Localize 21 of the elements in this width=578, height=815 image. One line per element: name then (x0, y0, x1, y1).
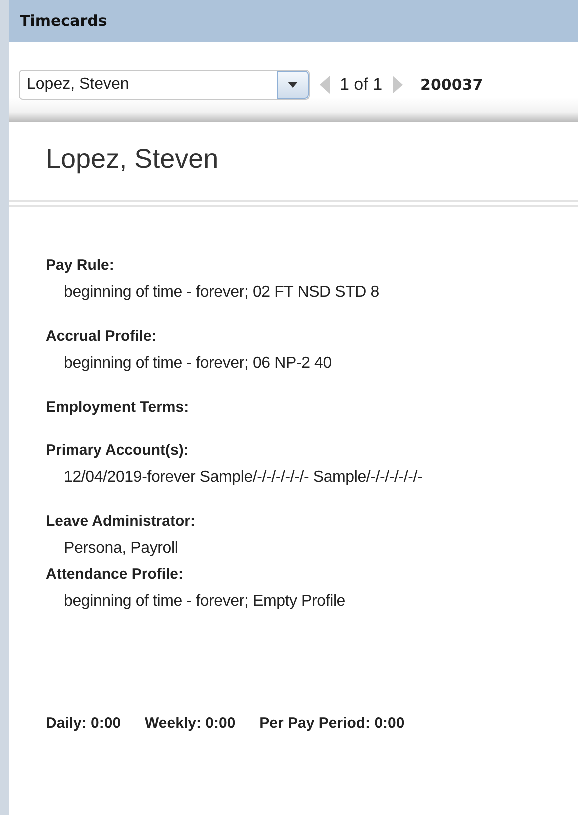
employee-name: Lopez, Steven (45, 143, 220, 176)
field-label: Pay Rule: (46, 257, 116, 274)
field-value: beginning of time - forever; 06 NP-2 40 (63, 355, 333, 373)
page-indicator: 1 of 1 (340, 75, 383, 95)
total-label: Daily: 0:00 (46, 715, 122, 732)
caret-icon (288, 82, 298, 88)
field-label: Employment Terms: (46, 399, 190, 416)
field-label: Attendance Profile: (46, 566, 185, 583)
employee-id: 200037 (420, 76, 484, 94)
field-label: Accrual Profile: (46, 328, 158, 345)
field-value: beginning of time - forever; Empty Profile (63, 593, 347, 611)
field-value: 12/04/2019-forever Sample/-/-/-/-/-/- Sample/-/-/-/-/-/- (63, 469, 424, 487)
window-title: Timecards (20, 12, 108, 30)
total-label: Weekly: 0:00 (145, 715, 236, 732)
field-value: Persona, Payroll (63, 540, 180, 558)
field-label: Primary Account(s): (46, 442, 190, 459)
total-label: Per Pay Period: 0:00 (260, 715, 405, 732)
employee-select[interactable]: Lopez, Steven (19, 70, 310, 100)
field-value: beginning of time - forever; 02 FT NSD STD 8 (63, 284, 380, 302)
field-label: Leave Administrator: (46, 513, 196, 530)
dropdown-button[interactable] (277, 71, 309, 99)
